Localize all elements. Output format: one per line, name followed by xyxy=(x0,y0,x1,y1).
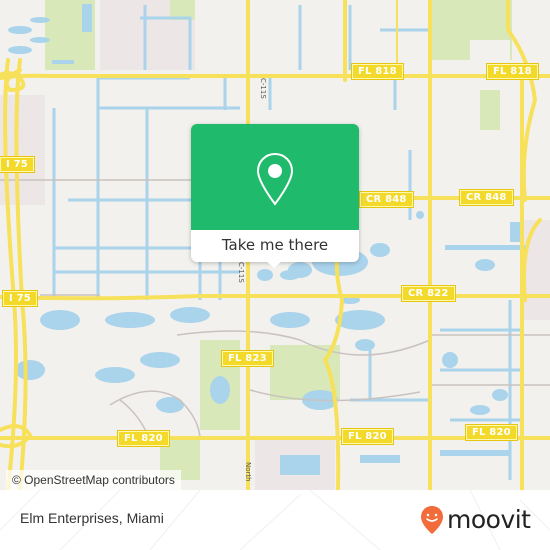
map-view[interactable]: FL 818 FL 818 I 75 I 75 CR 848 CR 848 CR… xyxy=(0,0,550,490)
place-name: Elm Enterprises, Miami xyxy=(20,510,164,526)
moovit-logo-icon xyxy=(421,506,443,534)
popup-header[interactable] xyxy=(191,124,359,230)
take-me-there-popup[interactable]: Take me there xyxy=(191,124,359,268)
road-label-fl820: FL 820 xyxy=(341,428,394,445)
take-me-there-button[interactable]: Take me there xyxy=(191,230,359,262)
road-label-i75: I 75 xyxy=(0,156,35,173)
road-label-cr848: CR 848 xyxy=(359,191,414,208)
road-label-i75: I 75 xyxy=(2,290,38,307)
street-label-north: North xyxy=(244,462,252,482)
road-label-fl818: FL 818 xyxy=(351,63,404,80)
popup-pointer xyxy=(265,260,283,268)
road-label-fl823: FL 823 xyxy=(221,350,274,367)
moovit-logo[interactable]: moovit xyxy=(420,504,531,536)
road-label-cr822: CR 822 xyxy=(401,285,456,302)
road-label-fl820: FL 820 xyxy=(117,430,170,447)
street-label-c11s: C-11S xyxy=(237,262,245,283)
map-attribution[interactable]: © OpenStreetMap contributors xyxy=(6,470,181,490)
road-label-cr848: CR 848 xyxy=(459,189,514,206)
street-label-c11s: C-11S xyxy=(259,78,267,99)
footer-bar: Elm Enterprises, Miami moovit xyxy=(0,490,550,550)
road-label-fl820: FL 820 xyxy=(465,424,518,441)
road-label-fl818: FL 818 xyxy=(486,63,539,80)
location-pin-icon xyxy=(256,152,294,206)
brand-name: moovit xyxy=(447,505,531,534)
